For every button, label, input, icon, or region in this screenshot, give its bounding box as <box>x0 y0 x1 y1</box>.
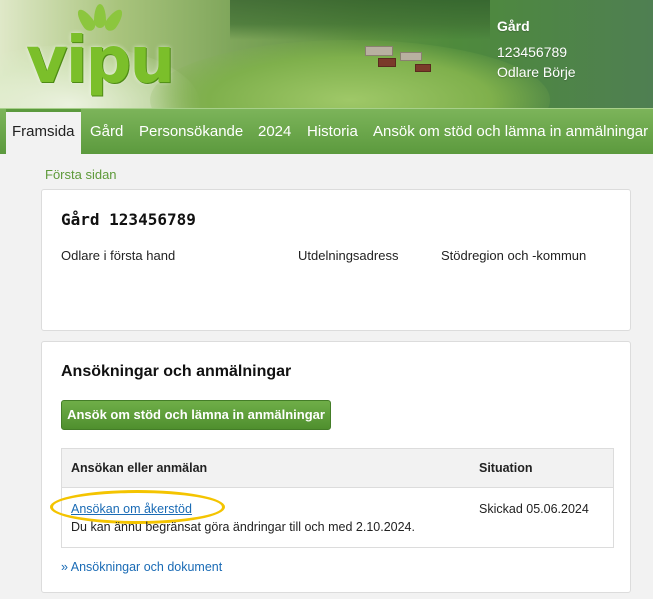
column-header-situation: Situation <box>479 461 533 475</box>
applications-panel: Ansökningar och anmälningar Ansök om stö… <box>41 341 631 593</box>
application-note: Du kan ännu begränsat göra ändringar til… <box>71 520 415 534</box>
label-primary-farmer: Odlare i första hand <box>61 248 176 263</box>
nav-item-personsokande[interactable]: Personsökande <box>133 109 249 155</box>
farm-info-farmer: Odlare Börje <box>497 64 576 80</box>
farm-house-icon <box>365 46 393 56</box>
farm-panel-title: Gård 123456789 <box>61 210 196 229</box>
applications-table: Ansökan eller anmälan Situation Ansökan … <box>50 448 614 548</box>
main-nav: Framsida Gård Personsökande 2024 Histori… <box>0 108 653 155</box>
nav-item-2024[interactable]: 2024 <box>252 109 297 155</box>
apply-support-button[interactable]: Ansök om stöd och lämna in anmälningar <box>61 400 331 430</box>
farm-info: Gård 123456789 Odlare Börje <box>497 16 576 82</box>
table-header: Ansökan eller anmälan Situation <box>62 449 613 488</box>
nav-item-framsida[interactable]: Framsida <box>6 109 81 155</box>
breadcrumb[interactable]: Första sidan <box>45 167 117 182</box>
page-header: vipu Gård 123456789 Odlare Börje <box>0 0 653 108</box>
label-support-region: Stödregion och -kommun <box>441 248 587 263</box>
table-row: Ansökan om åkerstöd Du kan ännu begränsa… <box>50 488 613 548</box>
documents-link[interactable]: » Ansökningar och dokument <box>61 560 222 574</box>
farm-panel: Gård 123456789 Odlare i första hand Utde… <box>41 189 631 331</box>
nav-item-historia[interactable]: Historia <box>301 109 364 155</box>
farm-barn-icon <box>378 58 396 67</box>
header-hill-center <box>150 40 550 108</box>
farm-shed-icon <box>400 52 422 61</box>
farm-info-id: 123456789 <box>497 44 568 60</box>
vipu-logo[interactable]: vipu <box>22 4 202 104</box>
applications-title: Ansökningar och anmälningar <box>61 363 292 380</box>
farm-house-small-icon <box>415 64 431 72</box>
application-status: Skickad 05.06.2024 <box>479 502 589 516</box>
application-link[interactable]: Ansökan om åkerstöd <box>71 502 192 516</box>
nav-item-ansok[interactable]: Ansök om stöd och lämna in anmälningar <box>367 109 653 155</box>
header-tree-line <box>230 0 490 40</box>
column-header-application: Ansökan eller anmälan <box>71 461 208 475</box>
farm-info-title: Gård <box>497 18 530 34</box>
nav-item-gard[interactable]: Gård <box>84 109 129 155</box>
logo-text: vipu <box>26 24 175 98</box>
label-delivery-address: Utdelningsadress <box>298 248 399 263</box>
